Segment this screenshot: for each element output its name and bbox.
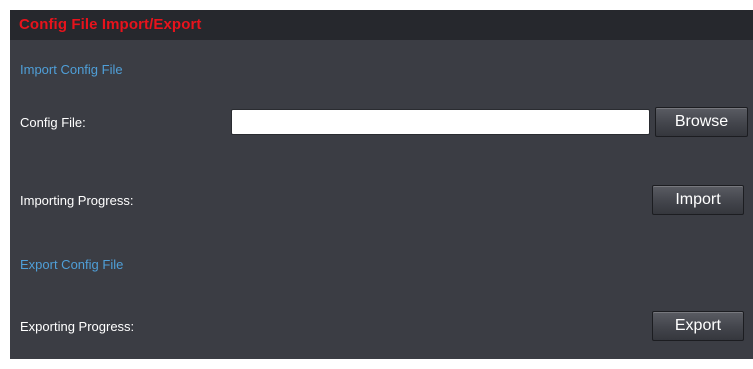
config-file-label: Config File: — [20, 115, 86, 130]
config-file-input[interactable] — [231, 109, 650, 135]
import-section-title: Import Config File — [20, 62, 123, 77]
config-import-export-panel: Config File Import/Export Import Config … — [10, 10, 753, 359]
exporting-progress-label: Exporting Progress: — [20, 319, 135, 334]
export-section-title: Export Config File — [20, 257, 124, 272]
browse-button[interactable]: Browse — [655, 107, 748, 137]
importing-progress-label: Importing Progress: — [20, 193, 134, 208]
export-button[interactable]: Export — [652, 311, 744, 341]
panel-title: Config File Import/Export — [19, 16, 202, 33]
import-button[interactable]: Import — [652, 185, 744, 215]
panel-header: Config File Import/Export — [10, 10, 753, 40]
